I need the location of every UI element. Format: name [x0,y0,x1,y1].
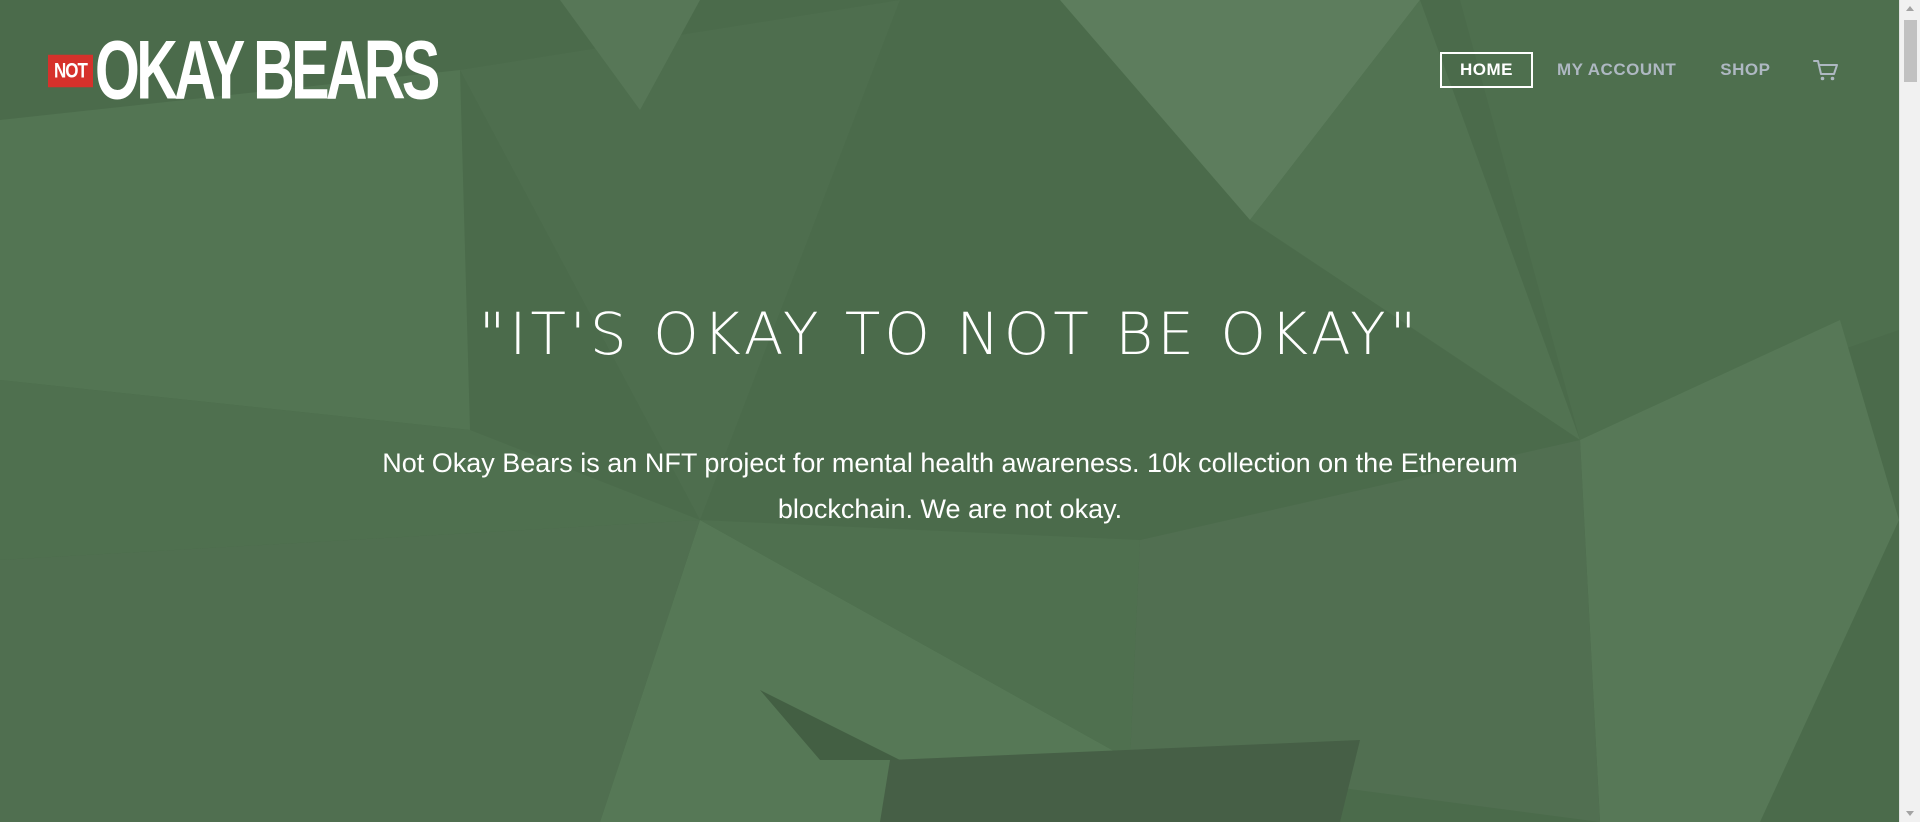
nav-item-my-account[interactable]: MY ACCOUNT [1557,60,1676,80]
scrollbar-thumb[interactable] [1904,20,1917,82]
brand-logo[interactable]: NOT OKAY BEARS [48,23,475,117]
vertical-scrollbar[interactable] [1899,0,1920,822]
background-pattern [0,0,1899,822]
nav-item-home[interactable]: HOME [1440,52,1533,88]
logo-not-badge: NOT [48,54,93,88]
hero-title: "IT'S OKAY TO NOT BE OKAY" [478,300,1421,368]
page: NOT OKAY BEARS HOME MY ACCOUNT SHOP "IT'… [0,0,1920,822]
hero-section: NOT OKAY BEARS HOME MY ACCOUNT SHOP "IT'… [0,0,1899,822]
cart-icon[interactable] [1812,56,1840,84]
scroll-up-arrow-icon[interactable] [1906,6,1914,11]
hero-description: Not Okay Bears is an NFT project for men… [382,448,1518,524]
logo-wordmark: OKAY BEARS [94,23,440,117]
main-nav: HOME MY ACCOUNT SHOP [1440,52,1840,88]
scroll-down-arrow-icon[interactable] [1906,811,1914,816]
nav-item-shop[interactable]: SHOP [1720,60,1770,80]
